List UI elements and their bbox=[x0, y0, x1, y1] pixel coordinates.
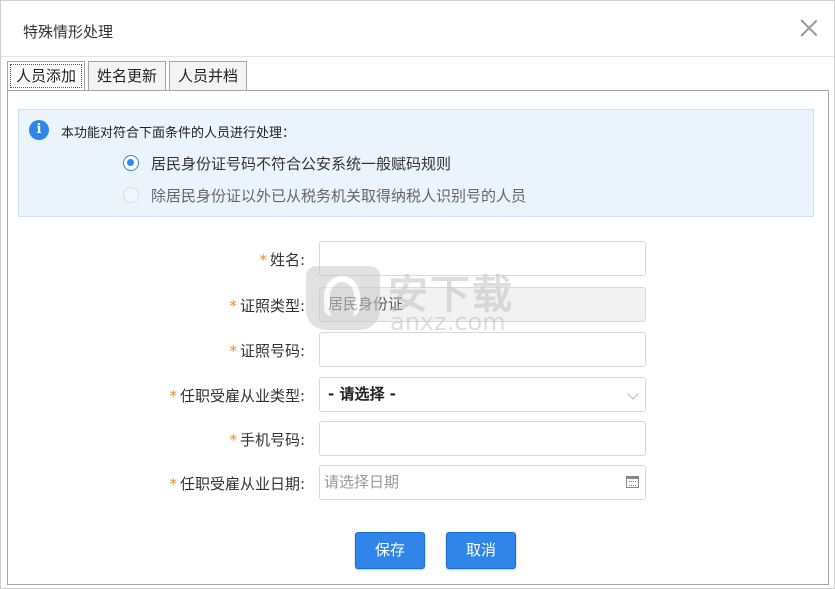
radio-option-tax-id: 除居民身份证以外已从税务机关取得纳税人识别号的人员 bbox=[123, 184, 526, 206]
save-button[interactable]: 保存 bbox=[355, 532, 425, 569]
tab-bar: 人员添加 姓名更新 人员并档 bbox=[7, 61, 248, 91]
dialog-title: 特殊情形处理 bbox=[23, 23, 114, 41]
chevron-down-icon bbox=[627, 388, 639, 400]
id-number-label: * 证照号码: bbox=[229, 342, 305, 360]
form-row-id-type: * 证照类型: 居民身份证 bbox=[0, 287, 835, 323]
tab-name-update[interactable]: 姓名更新 bbox=[88, 61, 167, 90]
employment-type-value: - 请选择 - bbox=[328, 385, 396, 403]
form-row-mobile: * 手机号码: bbox=[0, 421, 835, 457]
tab-add-person[interactable]: 人员添加 bbox=[7, 61, 86, 91]
form-row-employment-date: * 任职受雇从业日期: 请选择日期 bbox=[0, 465, 835, 501]
tab-merge-records[interactable]: 人员并档 bbox=[169, 61, 248, 90]
required-mark: * bbox=[169, 387, 177, 405]
radio-button-disabled bbox=[123, 187, 139, 203]
notice-text: 本功能对符合下面条件的人员进行处理： bbox=[61, 126, 296, 141]
id-type-label: * 证照类型: bbox=[229, 297, 305, 315]
radio-option-invalid-id[interactable]: 居民身份证号码不符合公安系统一般赋码规则 bbox=[123, 152, 451, 174]
id-number-input[interactable] bbox=[319, 332, 646, 367]
employment-date-label: * 任职受雇从业日期: bbox=[169, 475, 305, 493]
date-placeholder: 请选择日期 bbox=[324, 473, 400, 491]
required-mark: * bbox=[169, 475, 177, 493]
radio-label: 除居民身份证以外已从税务机关取得纳税人识别号的人员 bbox=[151, 186, 527, 205]
form-row-name: * 姓名: bbox=[0, 241, 835, 277]
required-mark: * bbox=[229, 297, 237, 315]
info-notice: i 本功能对符合下面条件的人员进行处理： 居民身份证号码不符合公安系统一般赋码规… bbox=[18, 109, 814, 217]
info-icon: i bbox=[29, 120, 49, 140]
employment-type-select[interactable]: - 请选择 - bbox=[319, 377, 646, 412]
required-mark: * bbox=[259, 251, 267, 269]
mobile-input[interactable] bbox=[319, 421, 646, 456]
form-row-id-number: * 证照号码: bbox=[0, 332, 835, 368]
name-input[interactable] bbox=[319, 241, 646, 276]
employment-type-label: * 任职受雇从业类型: bbox=[169, 387, 305, 405]
name-label: * 姓名: bbox=[259, 251, 305, 269]
form-row-employment-type: * 任职受雇从业类型: - 请选择 - bbox=[0, 377, 835, 413]
calendar-icon[interactable] bbox=[626, 476, 639, 488]
employment-date-picker[interactable]: 请选择日期 bbox=[319, 465, 646, 500]
id-type-field: 居民身份证 bbox=[319, 287, 646, 322]
radio-label: 居民身份证号码不符合公安系统一般赋码规则 bbox=[151, 154, 452, 173]
close-icon[interactable] bbox=[798, 17, 820, 39]
radio-button-checked[interactable] bbox=[123, 155, 139, 171]
dialog-titlebar: 特殊情形处理 bbox=[1, 1, 834, 57]
required-mark: * bbox=[229, 431, 237, 449]
required-mark: * bbox=[229, 342, 237, 360]
mobile-label: * 手机号码: bbox=[229, 431, 305, 449]
cancel-button[interactable]: 取消 bbox=[446, 532, 516, 569]
